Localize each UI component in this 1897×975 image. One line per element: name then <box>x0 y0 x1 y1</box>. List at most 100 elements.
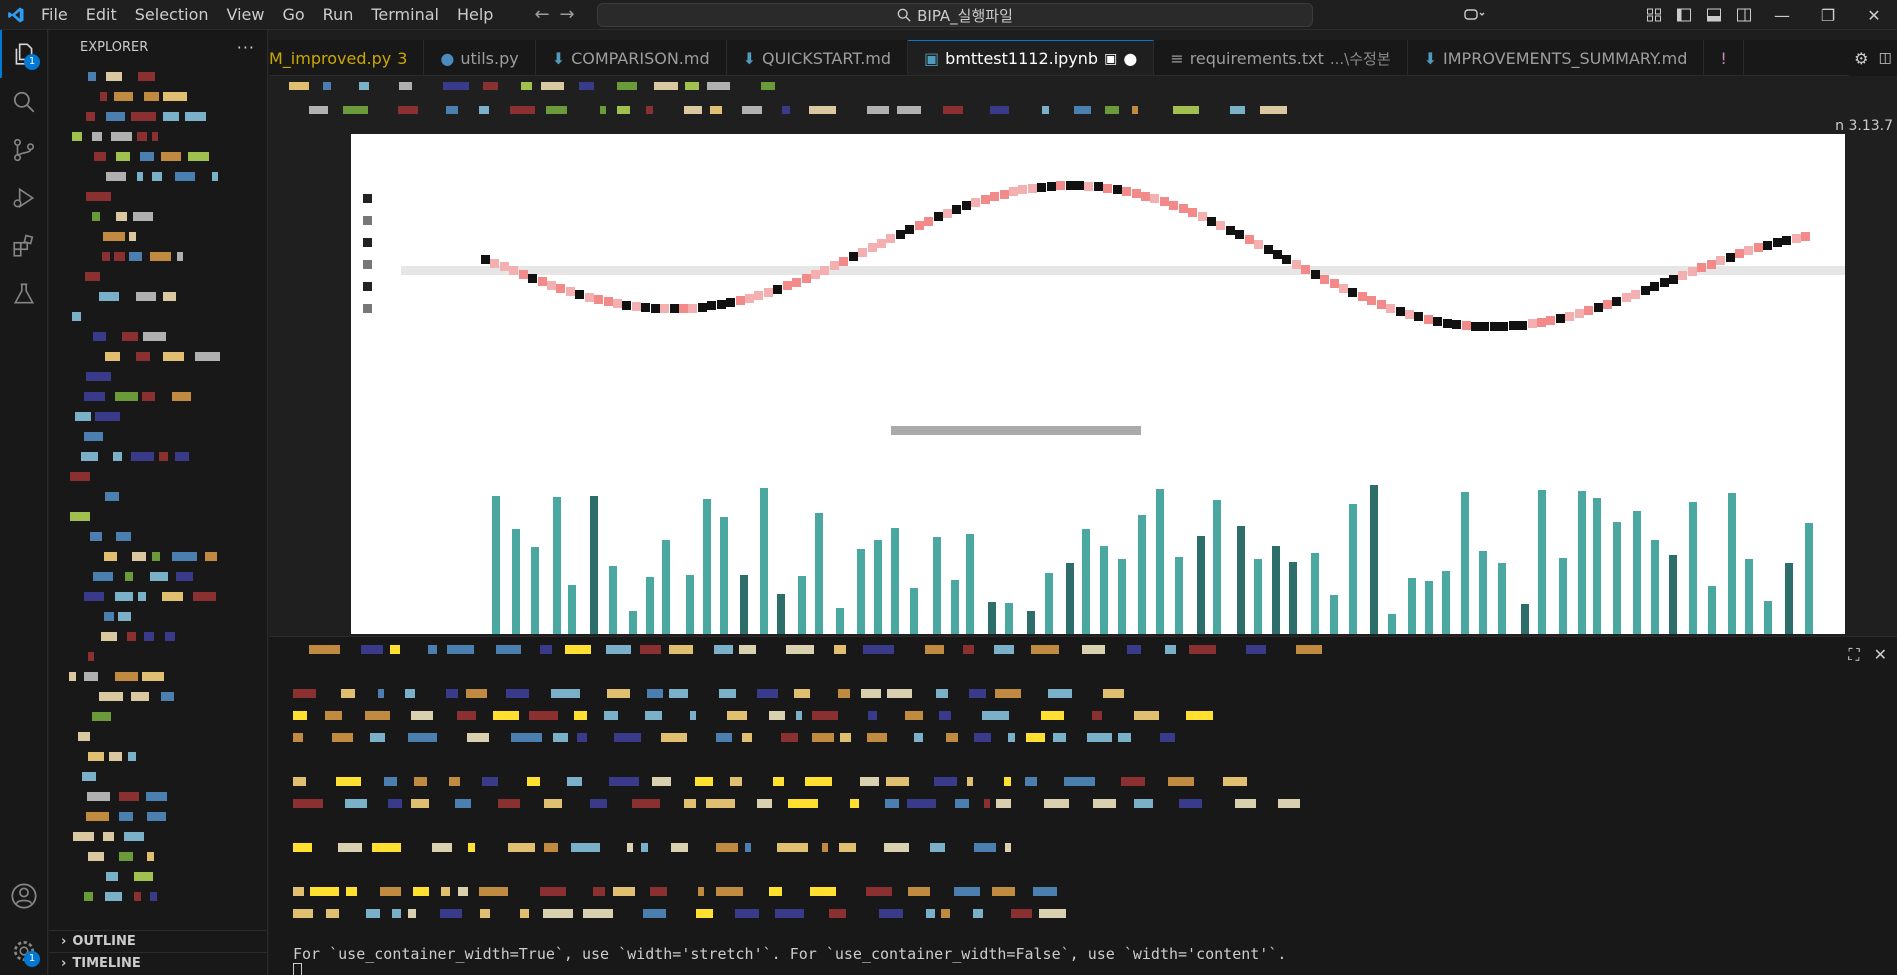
gear-icon[interactable]: ⚙ <box>1854 49 1868 68</box>
forward-arrow-icon[interactable]: → <box>560 4 575 25</box>
bar <box>1805 523 1813 634</box>
line-marker <box>1207 217 1216 226</box>
more-actions-icon[interactable]: ··· <box>237 38 255 57</box>
close-panel-icon[interactable]: ✕ <box>1874 645 1887 665</box>
tab-m-improved[interactable]: M_improved.py 3 <box>269 40 425 75</box>
line-marker <box>1320 275 1329 284</box>
blur-block <box>540 887 566 896</box>
blur-block <box>458 887 468 896</box>
restore-icon[interactable]: ❐ <box>1805 0 1851 30</box>
blur-block <box>441 887 450 896</box>
back-arrow-icon[interactable]: ← <box>534 4 549 25</box>
toggle-secondary-sidebar-icon[interactable] <box>1729 0 1759 30</box>
split-editor-icon[interactable]: ◫ <box>1879 50 1892 66</box>
menu-terminal[interactable]: Terminal <box>362 0 448 30</box>
tab-requirements[interactable]: ≡ requirements.txt ...\수정본 <box>1154 40 1408 75</box>
blur-block <box>125 572 133 581</box>
accounts-activity[interactable] <box>0 872 48 920</box>
blur-block <box>137 172 143 181</box>
testing-activity[interactable] <box>0 270 48 318</box>
toggle-primary-sidebar-icon[interactable] <box>1669 0 1699 30</box>
blur-block <box>137 132 147 141</box>
close-icon[interactable]: ✕ <box>1851 0 1897 30</box>
blur-block <box>165 632 175 641</box>
maximize-panel-icon[interactable]: ⛶ <box>1848 645 1859 665</box>
extensions-activity[interactable] <box>0 222 48 270</box>
menu-edit[interactable]: Edit <box>77 0 126 30</box>
blur-block <box>885 799 899 808</box>
blur-block <box>510 106 535 114</box>
command-center-search[interactable]: BIPA_실행파일 <box>597 3 1313 27</box>
blur-block <box>146 792 167 801</box>
menu-file[interactable]: File <box>32 0 77 30</box>
blur-block <box>466 689 487 698</box>
axis-tick <box>363 282 372 291</box>
tab-quickstart[interactable]: ⬇ QUICKSTART.md <box>726 40 909 75</box>
outline-section[interactable]: › OUTLINE <box>49 930 267 952</box>
run-debug-activity[interactable] <box>0 174 48 222</box>
line-marker <box>1160 197 1169 206</box>
blur-block <box>293 887 304 896</box>
blur-block <box>866 887 892 896</box>
blur-block <box>289 82 309 90</box>
kernel-selector[interactable]: n 3.13.7 <box>1835 118 1893 134</box>
search-activity[interactable] <box>0 78 48 126</box>
bar <box>1118 559 1126 634</box>
blur-block <box>136 352 150 361</box>
tab-bmttest[interactable]: ▣ bmttest1112.ipynb ▣ ● <box>908 40 1155 75</box>
blur-block <box>69 672 76 681</box>
tab-comparison[interactable]: ⬇ COMPARISON.md <box>535 40 727 75</box>
blur-block <box>493 711 519 720</box>
line-marker <box>1348 288 1357 297</box>
line-marker <box>962 201 971 210</box>
blur-block <box>88 752 104 761</box>
toggle-panel-icon[interactable] <box>1699 0 1729 30</box>
menu-selection[interactable]: Selection <box>126 0 218 30</box>
explorer-title: EXPLORER <box>80 40 149 55</box>
line-marker <box>1198 212 1207 221</box>
line-marker <box>1386 304 1395 313</box>
blur-block <box>834 645 846 654</box>
line-marker <box>1330 279 1339 288</box>
blur-block <box>1278 799 1300 808</box>
blur-block <box>446 689 458 698</box>
blur-block <box>590 799 607 808</box>
timeline-section[interactable]: › TIMELINE <box>49 952 267 974</box>
tab-overflow[interactable]: ! <box>1704 40 1744 75</box>
menu-view[interactable]: View <box>218 0 274 30</box>
tab-utils[interactable]: ● utils.py <box>424 40 536 75</box>
blur-block <box>1223 777 1247 786</box>
line-marker <box>1028 184 1037 193</box>
blur-block <box>70 512 90 521</box>
preview-icon[interactable]: ▣ <box>1104 51 1117 67</box>
copilot-icon[interactable] <box>1459 0 1489 30</box>
menu-go[interactable]: Go <box>273 0 313 30</box>
blur-block <box>1186 711 1213 720</box>
minimize-icon[interactable]: — <box>1759 0 1805 30</box>
blur-block <box>361 645 383 654</box>
line-marker <box>1565 312 1574 321</box>
terminal-panel: ⛶ ✕ For `use_container_width=True`, use … <box>269 636 1897 975</box>
blur-block <box>969 689 986 698</box>
blur-block <box>105 352 120 361</box>
manage-activity[interactable]: 1 <box>0 927 48 975</box>
line-marker <box>1122 187 1131 196</box>
blur-block <box>152 552 160 561</box>
blur-block <box>593 887 605 896</box>
menu-run[interactable]: Run <box>314 0 363 30</box>
blur-block <box>777 843 808 852</box>
bar <box>686 575 694 634</box>
bar <box>1613 522 1621 634</box>
axis-tick <box>363 238 372 247</box>
source-control-activity[interactable] <box>0 126 48 174</box>
blur-block <box>86 812 109 821</box>
tab-improvements-summary[interactable]: ⬇ IMPROVEMENTS_SUMMARY.md <box>1407 40 1705 75</box>
menu-help[interactable]: Help <box>448 0 502 30</box>
line-marker <box>792 278 801 287</box>
line-marker <box>1556 314 1565 323</box>
customize-layout-icon[interactable] <box>1639 0 1669 30</box>
explorer-activity[interactable]: 1 <box>0 30 48 78</box>
line-marker <box>1292 260 1301 269</box>
unsaved-dot-icon[interactable]: ● <box>1123 49 1137 68</box>
markdown-icon: ⬇ <box>742 48 757 68</box>
